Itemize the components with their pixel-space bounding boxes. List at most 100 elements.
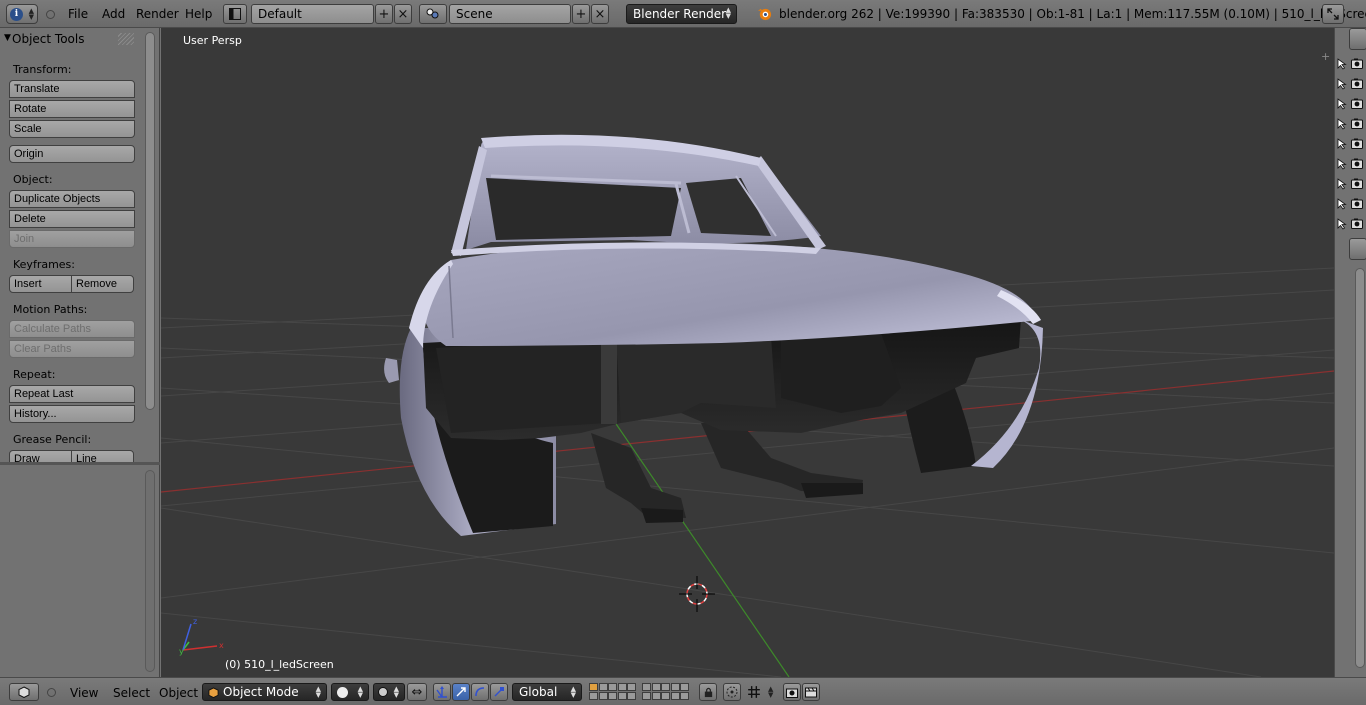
layer-toggle[interactable] xyxy=(642,692,651,700)
render-toggle-icon[interactable] xyxy=(1351,178,1363,190)
layer-toggle[interactable] xyxy=(617,683,627,691)
add-scene-icon[interactable]: + xyxy=(572,4,590,24)
viewport-shading-select[interactable]: ▲ ▼ xyxy=(331,683,369,701)
calculate-paths-button[interactable]: Calculate Paths xyxy=(9,320,135,338)
3d-viewport[interactable]: x y z + User Persp (0) 510_l_ledScreen xyxy=(161,28,1334,677)
scene-layers-group-1[interactable] xyxy=(589,683,637,701)
origin-button[interactable]: Origin xyxy=(9,145,135,163)
menu-object[interactable]: Object xyxy=(159,686,198,700)
layer-toggle[interactable] xyxy=(627,692,636,700)
translate-button[interactable]: Translate xyxy=(9,80,135,98)
scene-layers-group-2[interactable] xyxy=(642,683,690,701)
clear-paths-button[interactable]: Clear Paths xyxy=(9,340,135,358)
menu-select[interactable]: Select xyxy=(113,686,150,700)
layer-toggle[interactable] xyxy=(670,683,680,691)
menu-file[interactable]: File xyxy=(68,7,88,21)
outliner-editor-icon[interactable] xyxy=(1349,28,1366,50)
remove-scene-icon[interactable]: × xyxy=(591,4,609,24)
selectable-toggle-icon[interactable] xyxy=(1337,78,1349,90)
snap-element-select[interactable]: ▲ ▼ xyxy=(745,683,777,701)
render-toggle-icon[interactable] xyxy=(1351,78,1363,90)
render-toggle-icon[interactable] xyxy=(1351,198,1363,210)
layer-toggle[interactable] xyxy=(670,692,680,700)
panel-divider[interactable] xyxy=(0,462,160,465)
panel-title[interactable]: Object Tools xyxy=(12,32,84,46)
layer-toggle[interactable] xyxy=(589,683,598,691)
render-toggle-icon[interactable] xyxy=(1351,118,1363,130)
menu-render[interactable]: Render xyxy=(136,7,179,21)
scene-icon[interactable] xyxy=(419,4,447,24)
render-toggle-icon[interactable] xyxy=(1351,138,1363,150)
selectable-toggle-icon[interactable] xyxy=(1337,98,1349,110)
rotate-manipulator-icon[interactable] xyxy=(471,683,489,701)
menu-add[interactable]: Add xyxy=(102,7,125,21)
layer-toggle[interactable] xyxy=(598,683,608,691)
selectable-toggle-icon[interactable] xyxy=(1337,118,1349,130)
properties-editor-icon[interactable] xyxy=(1349,238,1366,260)
render-toggle-icon[interactable] xyxy=(1351,158,1363,170)
menu-help[interactable]: Help xyxy=(185,7,212,21)
layer-toggle[interactable] xyxy=(617,692,627,700)
tool-shelf-scrollbar[interactable] xyxy=(145,32,155,410)
layer-toggle[interactable] xyxy=(680,683,689,691)
panel-expand-triangle-icon[interactable]: ▼ xyxy=(4,33,11,43)
scale-manipulator-icon[interactable] xyxy=(490,683,508,701)
delete-button[interactable]: Delete xyxy=(9,210,135,228)
selectable-toggle-icon[interactable] xyxy=(1337,58,1349,70)
selectable-toggle-icon[interactable] xyxy=(1337,198,1349,210)
layer-toggle[interactable] xyxy=(661,683,670,691)
layer-toggle[interactable] xyxy=(642,683,651,691)
rotate-button[interactable]: Rotate xyxy=(9,100,135,118)
selectable-toggle-icon[interactable] xyxy=(1337,158,1349,170)
proportional-editing-icon[interactable] xyxy=(723,683,741,701)
join-button[interactable]: Join xyxy=(9,230,135,248)
fullscreen-icon[interactable] xyxy=(1322,4,1344,24)
render-opengl-image-icon[interactable] xyxy=(783,683,801,701)
select-manipulator-icon[interactable] xyxy=(452,683,470,701)
duplicate-objects-button[interactable]: Duplicate Objects xyxy=(9,190,135,208)
selectable-toggle-icon[interactable] xyxy=(1337,218,1349,230)
menu-view[interactable]: View xyxy=(70,686,98,700)
collapse-menus-icon[interactable] xyxy=(47,688,56,697)
transform-orientation-select[interactable]: Global ▲ ▼ xyxy=(512,683,582,701)
translate-manipulator-icon[interactable] xyxy=(433,683,451,701)
viewport-scene[interactable]: x y z + xyxy=(161,28,1334,677)
layer-toggle[interactable] xyxy=(627,683,636,691)
remove-layout-icon[interactable]: × xyxy=(394,4,412,24)
panel-drag-handle[interactable] xyxy=(118,33,134,45)
render-toggle-icon[interactable] xyxy=(1351,218,1363,230)
object-mode-icon xyxy=(208,687,219,698)
remove-keyframe-button[interactable]: Remove xyxy=(71,275,134,293)
layer-toggle[interactable] xyxy=(598,692,608,700)
layer-toggle[interactable] xyxy=(651,692,661,700)
editor-type-selector[interactable]: i ▲ ▼ xyxy=(6,4,38,24)
pivot-point-select[interactable]: ▲ ▼ xyxy=(373,683,405,701)
layer-toggle[interactable] xyxy=(680,692,689,700)
render-opengl-animation-icon[interactable] xyxy=(802,683,820,701)
screen-layout-icon[interactable] xyxy=(223,4,247,24)
layer-toggle[interactable] xyxy=(589,692,598,700)
3d-view-editor-icon[interactable] xyxy=(9,683,39,701)
layer-toggle[interactable] xyxy=(608,683,617,691)
manipulator-toggle-icon[interactable]: ⇔ xyxy=(407,683,427,701)
scale-button[interactable]: Scale xyxy=(9,120,135,138)
properties-scrollbar[interactable] xyxy=(1355,268,1365,668)
render-toggle-icon[interactable] xyxy=(1351,58,1363,70)
screen-layout-field[interactable]: Default xyxy=(251,4,374,24)
render-toggle-icon[interactable] xyxy=(1351,98,1363,110)
repeat-last-button[interactable]: Repeat Last xyxy=(9,385,135,403)
history-button[interactable]: History... xyxy=(9,405,135,423)
selectable-toggle-icon[interactable] xyxy=(1337,178,1349,190)
layer-toggle[interactable] xyxy=(651,683,661,691)
selectable-toggle-icon[interactable] xyxy=(1337,138,1349,150)
layer-toggle[interactable] xyxy=(608,692,617,700)
lock-layers-icon[interactable] xyxy=(699,683,717,701)
operator-panel-scrollbar[interactable] xyxy=(145,470,155,672)
add-layout-icon[interactable]: + xyxy=(375,4,393,24)
collapse-menus-icon[interactable] xyxy=(46,10,55,19)
render-engine-select[interactable]: Blender Render ▲ ▼ xyxy=(626,4,737,24)
scene-field[interactable]: Scene xyxy=(449,4,571,24)
interaction-mode-select[interactable]: Object Mode ▲ ▼ xyxy=(202,683,327,701)
insert-keyframe-button[interactable]: Insert xyxy=(9,275,72,293)
layer-toggle[interactable] xyxy=(661,692,670,700)
